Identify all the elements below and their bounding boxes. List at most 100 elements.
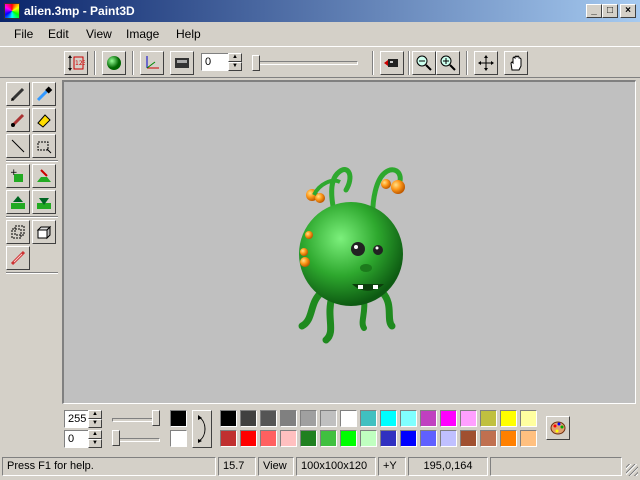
- palette-swatch[interactable]: [280, 410, 297, 427]
- lower-value-spinner[interactable]: ▲ ▼: [88, 430, 102, 448]
- frame-slider-thumb[interactable]: [252, 55, 260, 71]
- lower-tool[interactable]: [32, 190, 56, 214]
- palette-swatch[interactable]: [520, 410, 537, 427]
- swap-colors-button[interactable]: [192, 410, 212, 448]
- frame-slider-track[interactable]: [254, 61, 358, 65]
- palette-swatch[interactable]: [440, 410, 457, 427]
- palette-swatch[interactable]: [520, 430, 537, 447]
- axes-icon: [146, 56, 159, 69]
- palette-swatch[interactable]: [360, 410, 377, 427]
- background-color-swatch[interactable]: [170, 430, 187, 447]
- extrude-tool[interactable]: [32, 164, 56, 188]
- move-button[interactable]: [474, 51, 498, 75]
- minimize-button[interactable]: _: [586, 4, 602, 18]
- select-3d-tool[interactable]: [6, 220, 30, 244]
- frame-spinner-input[interactable]: [201, 53, 231, 71]
- spin-down-icon[interactable]: ▼: [228, 62, 242, 71]
- status-empty-cell: [490, 457, 622, 476]
- palette-swatch[interactable]: [240, 410, 257, 427]
- palette-swatch[interactable]: [320, 410, 337, 427]
- status-axis: +Y: [378, 457, 406, 476]
- sphere-button[interactable]: [102, 51, 126, 75]
- select-rect-icon: [37, 141, 52, 154]
- menu-help[interactable]: Help: [176, 27, 201, 41]
- camera-button[interactable]: [380, 51, 404, 75]
- palette-swatch[interactable]: [220, 410, 237, 427]
- palette-swatch[interactable]: [500, 430, 517, 447]
- palette-swatch[interactable]: [320, 430, 337, 447]
- add-voxel-tool[interactable]: +: [6, 164, 30, 188]
- spin-up-icon[interactable]: ▲: [88, 410, 102, 419]
- spin-down-icon[interactable]: ▼: [88, 419, 102, 428]
- status-bar: Press F1 for help. 15.7 View 100x100x120…: [0, 456, 640, 478]
- palette-swatch[interactable]: [400, 410, 417, 427]
- lower-value-input[interactable]: [64, 430, 90, 448]
- main-toolbar: 123 ▲▼: [0, 46, 640, 78]
- box-3d-tool[interactable]: [32, 220, 56, 244]
- palette-swatch[interactable]: [460, 430, 477, 447]
- palette-swatch[interactable]: [220, 430, 237, 447]
- render-button[interactable]: [170, 51, 194, 75]
- axes-button[interactable]: [140, 51, 164, 75]
- stretch-tool[interactable]: [6, 246, 30, 270]
- palette-swatch[interactable]: [500, 410, 517, 427]
- zoom-in-button[interactable]: [436, 51, 460, 75]
- pencil-tool[interactable]: [6, 82, 30, 106]
- upper-value-spinner[interactable]: ▲ ▼: [88, 410, 102, 428]
- menu-view[interactable]: View: [86, 27, 112, 41]
- palette-swatch[interactable]: [400, 430, 417, 447]
- palette-swatch[interactable]: [480, 430, 497, 447]
- palette-swatch[interactable]: [480, 410, 497, 427]
- select-3d-icon: [11, 225, 25, 239]
- select-rect-tool[interactable]: [32, 134, 56, 158]
- edit-colors-button[interactable]: [546, 416, 570, 440]
- eyedropper-tool[interactable]: [32, 82, 56, 106]
- palette-swatch[interactable]: [420, 410, 437, 427]
- brush-icon: [11, 113, 25, 127]
- palette-swatch[interactable]: [380, 430, 397, 447]
- title-bar[interactable]: alien.3mp - Paint3D _ □ ×: [0, 0, 640, 22]
- palette-swatch[interactable]: [380, 410, 397, 427]
- palette-swatch[interactable]: [300, 430, 317, 447]
- menu-edit[interactable]: Edit: [48, 27, 69, 41]
- spin-up-icon[interactable]: ▲: [88, 430, 102, 439]
- palette-swatch[interactable]: [460, 410, 477, 427]
- drawing-canvas[interactable]: [62, 80, 636, 404]
- box-3d-icon: [36, 225, 52, 240]
- resize-grip[interactable]: [626, 464, 638, 476]
- upper-value-input[interactable]: [64, 410, 90, 428]
- palette-swatch[interactable]: [280, 430, 297, 447]
- line-tool[interactable]: [6, 134, 30, 158]
- resize-depth-button[interactable]: 123: [64, 51, 88, 75]
- menu-image[interactable]: Image: [126, 27, 159, 41]
- hand-pan-button[interactable]: [504, 51, 528, 75]
- lower-slider-thumb[interactable]: [112, 430, 120, 446]
- tool-separator: [6, 160, 58, 162]
- zoom-out-button[interactable]: [412, 51, 436, 75]
- close-button[interactable]: ×: [620, 4, 636, 18]
- palette-swatch[interactable]: [300, 410, 317, 427]
- eyedropper-icon: [36, 86, 53, 102]
- palette-swatch[interactable]: [260, 430, 277, 447]
- menu-file[interactable]: File: [14, 27, 33, 41]
- maximize-button[interactable]: □: [602, 4, 618, 18]
- eraser-tool[interactable]: [32, 108, 56, 132]
- palette-swatch[interactable]: [340, 430, 357, 447]
- palette-swatch[interactable]: [240, 430, 257, 447]
- brush-tool[interactable]: [6, 108, 30, 132]
- palette-swatch[interactable]: [420, 430, 437, 447]
- toolbar-separator: [94, 51, 96, 75]
- spin-down-icon[interactable]: ▼: [88, 439, 102, 448]
- frame-spinner-arrows[interactable]: ▲ ▼: [228, 53, 242, 71]
- palette-swatch[interactable]: [440, 430, 457, 447]
- upper-slider-thumb[interactable]: [152, 410, 160, 426]
- resize-depth-icon: 123: [68, 55, 85, 71]
- palette-swatch[interactable]: [260, 410, 277, 427]
- zoom-in-icon: [440, 55, 456, 71]
- palette-swatch[interactable]: [340, 410, 357, 427]
- svg-text:123: 123: [75, 60, 85, 67]
- foreground-color-swatch[interactable]: [170, 410, 187, 427]
- spin-up-icon[interactable]: ▲: [228, 53, 242, 62]
- raise-tool[interactable]: [6, 190, 30, 214]
- palette-swatch[interactable]: [360, 430, 377, 447]
